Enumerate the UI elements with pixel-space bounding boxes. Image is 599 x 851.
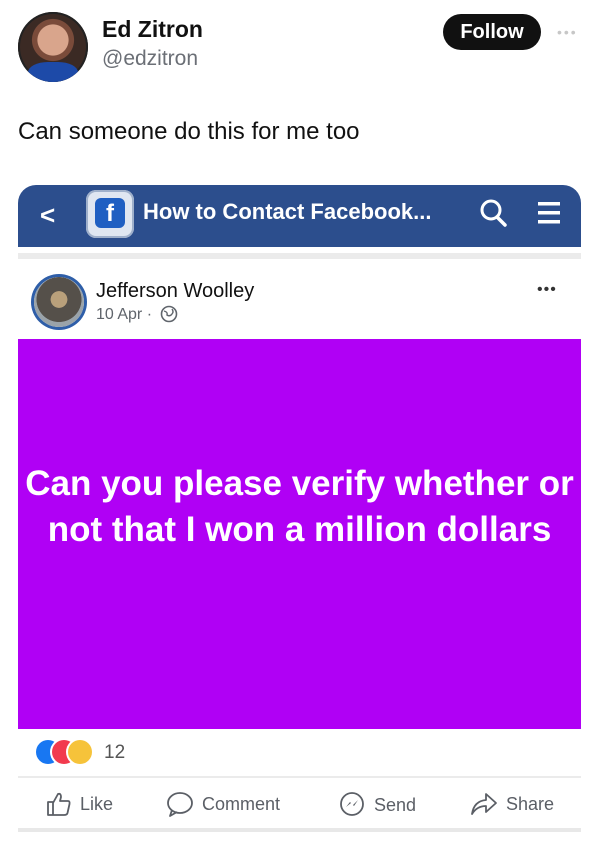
share-button[interactable]: Share	[470, 791, 554, 817]
hamburger-menu-icon[interactable]	[538, 200, 560, 226]
share-arrow-icon	[471, 793, 497, 815]
post-author-name[interactable]: Jefferson Woolley	[96, 280, 254, 303]
divider	[18, 828, 581, 832]
back-chevron-icon[interactable]: <	[40, 200, 55, 231]
more-options-icon[interactable]: •••	[557, 24, 578, 40]
author-name[interactable]: Ed Zitron	[102, 16, 203, 43]
tweet-text: Can someone do this for me too	[18, 118, 360, 145]
reaction-count[interactable]: 12	[104, 742, 125, 764]
comment-bubble-icon	[167, 792, 193, 817]
globe-icon	[160, 305, 178, 323]
search-icon[interactable]	[478, 198, 508, 228]
send-label: Send	[374, 794, 417, 815]
facebook-logo-icon: f	[86, 190, 134, 238]
divider	[18, 253, 581, 259]
post-message: Can you please verify whether or not tha…	[25, 464, 574, 549]
post-more-options-icon[interactable]: •••	[537, 281, 557, 299]
post-author-avatar[interactable]	[34, 277, 84, 327]
divider	[18, 776, 581, 778]
follow-button[interactable]: Follow	[443, 14, 541, 50]
messenger-icon	[340, 792, 364, 816]
comment-label: Comment	[202, 793, 281, 814]
post-date: 10 Apr ·	[96, 306, 153, 323]
facebook-page-title: How to Contact Facebook...	[143, 199, 432, 224]
author-handle[interactable]: @edzitron	[102, 47, 198, 71]
like-label: Like	[80, 793, 114, 814]
haha-reaction-icon	[68, 740, 92, 764]
send-button[interactable]: Send	[338, 791, 416, 819]
comment-button[interactable]: Comment	[166, 791, 280, 817]
like-button[interactable]: Like	[46, 791, 113, 817]
share-label: Share	[506, 793, 555, 814]
author-avatar[interactable]	[18, 12, 88, 82]
thumbs-up-icon	[47, 792, 71, 816]
